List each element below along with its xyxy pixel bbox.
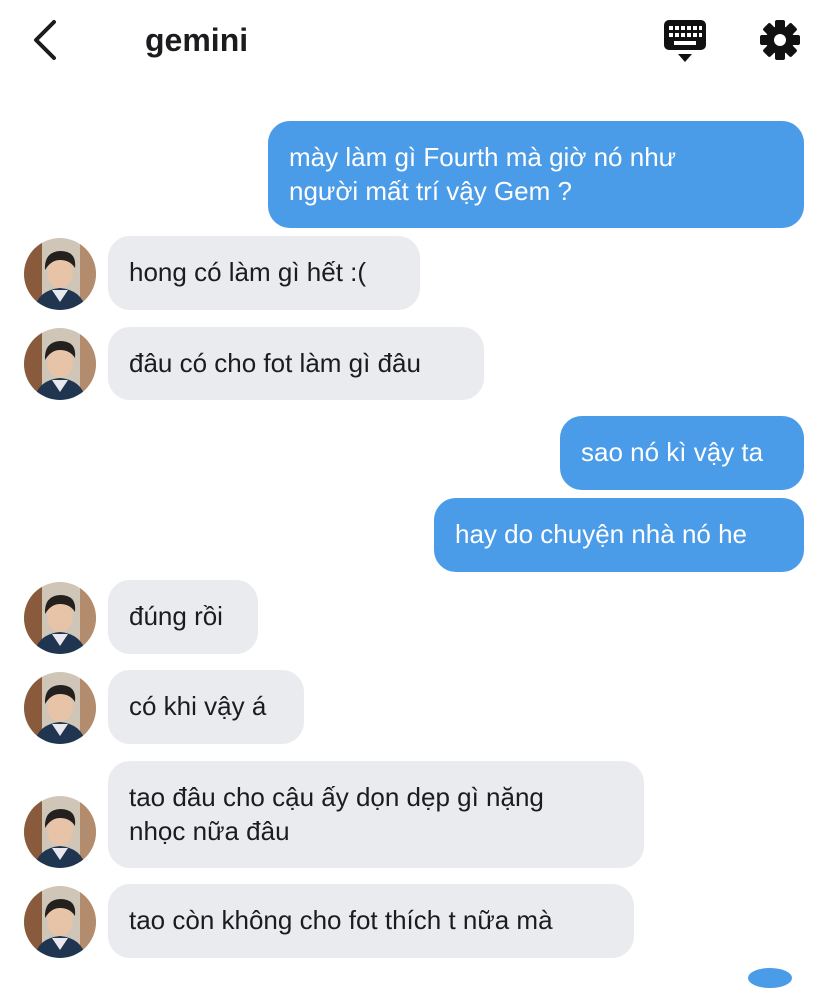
outgoing-message-bubble-partial: [748, 968, 792, 988]
incoming-message-bubble[interactable]: tao đâu cho cậu ấy dọn dẹp gì nặng nhọc …: [108, 761, 644, 868]
outgoing-message-bubble[interactable]: mày làm gì Fourth mà giờ nó như người mấ…: [268, 121, 804, 228]
profile-photo: [24, 886, 96, 958]
outgoing-message-bubble[interactable]: hay do chuyện nhà nó he: [434, 498, 804, 572]
avatar[interactable]: [24, 582, 96, 654]
incoming-message-bubble[interactable]: tao còn không cho fot thích t nữa mà: [108, 884, 634, 958]
avatar[interactable]: [24, 796, 96, 868]
profile-photo: [24, 238, 96, 310]
profile-photo: [24, 796, 96, 868]
profile-photo: [24, 328, 96, 400]
avatar[interactable]: [24, 886, 96, 958]
incoming-message-bubble[interactable]: có khi vậy á: [108, 670, 304, 744]
avatar[interactable]: [24, 328, 96, 400]
keyboard-icon: [664, 20, 706, 62]
profile-photo: [24, 582, 96, 654]
avatar[interactable]: [24, 238, 96, 310]
keyboard-button[interactable]: [660, 18, 710, 64]
avatar[interactable]: [24, 672, 96, 744]
chevron-left-icon: [34, 20, 56, 60]
outgoing-message-bubble[interactable]: sao nó kì vậy ta: [560, 416, 804, 490]
incoming-message-bubble[interactable]: đâu có cho fot làm gì đâu: [108, 327, 484, 400]
gear-icon: [760, 20, 800, 60]
incoming-message-bubble[interactable]: hong có làm gì hết :(: [108, 236, 420, 310]
profile-photo: [24, 672, 96, 744]
incoming-message-bubble[interactable]: đúng rồi: [108, 580, 258, 654]
chat-title: gemini: [145, 22, 249, 58]
settings-button[interactable]: [756, 16, 804, 64]
chat-header: gemini: [0, 0, 828, 80]
back-button[interactable]: [26, 18, 66, 62]
